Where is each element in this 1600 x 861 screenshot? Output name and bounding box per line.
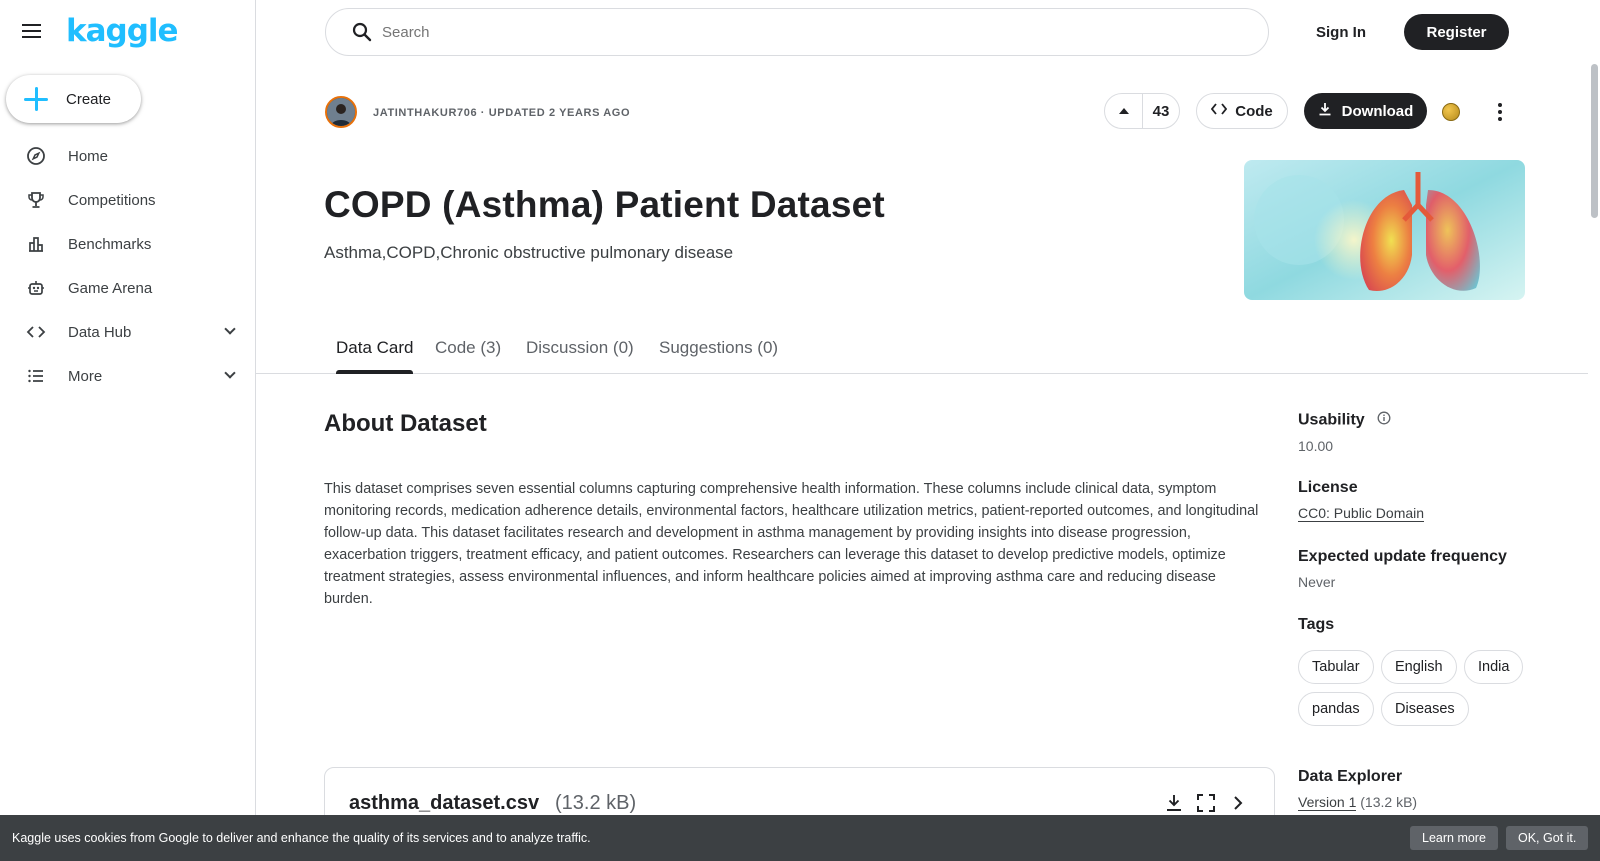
data-explorer-label: Data Explorer	[1298, 768, 1403, 785]
download-icon[interactable]	[1163, 792, 1185, 814]
upvote-button[interactable]	[1105, 94, 1143, 128]
tab-data-card[interactable]: Data Card	[336, 338, 414, 374]
tab-code[interactable]: Code (3)	[435, 338, 501, 374]
file-size: (13.2 kB)	[555, 792, 637, 814]
code-button-label: Code	[1235, 102, 1273, 120]
upvote-widget: 43	[1104, 93, 1180, 129]
code-button[interactable]: Code	[1196, 93, 1288, 129]
code-icon	[26, 322, 46, 342]
tab-discussion[interactable]: Discussion (0)	[526, 338, 634, 374]
version-link[interactable]: Version 1	[1298, 794, 1357, 811]
create-button[interactable]: Create	[6, 75, 141, 123]
file-name[interactable]: asthma_dataset.csv	[349, 792, 539, 815]
robot-icon	[26, 278, 46, 298]
medal-icon	[1442, 103, 1460, 121]
download-button[interactable]: Download	[1304, 93, 1427, 129]
usability-value: 10.00	[1298, 438, 1334, 454]
chevron-right-icon[interactable]	[1227, 792, 1249, 814]
tag-chip[interactable]: Diseases	[1381, 692, 1469, 726]
tag-chip[interactable]: Tabular	[1298, 650, 1374, 684]
trophy-icon	[26, 190, 46, 210]
avatar[interactable]	[325, 96, 357, 128]
learn-more-button[interactable]: Learn more	[1410, 826, 1498, 850]
sidebar-item-label: Data Hub	[68, 323, 132, 341]
list-icon	[26, 366, 46, 386]
usability-label: Usability	[1298, 411, 1538, 430]
tab-suggestions[interactable]: Suggestions (0)	[659, 338, 778, 374]
frequency-label: Expected update frequency	[1298, 548, 1507, 565]
more-options-icon[interactable]	[1492, 101, 1508, 123]
bar-chart-icon	[26, 234, 46, 254]
create-label: Create	[66, 90, 112, 108]
cookie-text: Kaggle uses cookies from Google to deliv…	[12, 831, 591, 845]
page-title: COPD (Asthma) Patient Dataset	[324, 184, 885, 225]
upvote-count: 43	[1152, 102, 1170, 120]
sidebar-nav: Home Competitions Benchmarks Game Arena …	[0, 134, 256, 398]
tag-chip[interactable]: English	[1381, 650, 1457, 684]
sidebar-item-benchmarks[interactable]: Benchmarks	[0, 222, 256, 266]
cookie-banner: Kaggle uses cookies from Google to deliv…	[0, 815, 1600, 861]
tags-heading-wrap: Tags	[1298, 616, 1538, 634]
frequency-value: Never	[1298, 574, 1336, 590]
download-button-label: Download	[1341, 102, 1414, 120]
scrollbar[interactable]	[1588, 0, 1600, 815]
search-bar[interactable]	[325, 8, 1269, 56]
sign-in-button[interactable]: Sign In	[1308, 20, 1374, 45]
tag-chip[interactable]: India	[1464, 650, 1524, 684]
plus-icon	[24, 87, 48, 111]
tab-bar: Data Card Code (3) Discussion (0) Sugges…	[256, 330, 1588, 374]
tag-chip[interactable]: pandas	[1298, 692, 1374, 726]
register-button[interactable]: Register	[1404, 14, 1509, 50]
fullscreen-icon[interactable]	[1195, 792, 1217, 814]
sidebar-item-label: Home	[68, 147, 109, 165]
version-size: (13.2 kB)	[1360, 794, 1418, 810]
license-link[interactable]: CC0: Public Domain	[1298, 505, 1425, 522]
tags-label: Tags	[1298, 616, 1335, 633]
sidebar-item-data-hub[interactable]: Data Hub	[0, 310, 256, 354]
sidebar: kaggle Create Home Competitions Benchmar…	[0, 0, 256, 861]
triangle-up-icon	[1118, 108, 1129, 114]
data-explorer-section: Data Explorer Version 1 (13.2 kB)	[1298, 768, 1538, 811]
scrollbar-thumb[interactable]	[1591, 64, 1598, 218]
compass-icon	[26, 146, 46, 166]
license-label: License	[1298, 479, 1358, 496]
frequency-section: Expected update frequency Never	[1298, 548, 1538, 590]
sidebar-item-label: Benchmarks	[68, 235, 152, 253]
info-icon[interactable]	[1377, 411, 1391, 430]
about-heading: About Dataset	[324, 410, 487, 437]
about-description: This dataset comprises seven essential c…	[324, 481, 1259, 607]
sidebar-item-label: More	[68, 367, 103, 385]
cookie-ok-button[interactable]: OK, Got it.	[1506, 826, 1589, 850]
code-icon	[1211, 102, 1228, 120]
usability-section: Usability 10.00	[1298, 411, 1538, 454]
sidebar-item-label: Competitions	[68, 191, 156, 209]
dataset-cover-image	[1244, 160, 1525, 300]
sidebar-item-label: Game Arena	[68, 279, 153, 297]
sidebar-item-home[interactable]: Home	[0, 134, 256, 178]
license-section: License CC0: Public Domain	[1298, 479, 1538, 523]
sidebar-item-game-arena[interactable]: Game Arena	[0, 266, 256, 310]
sidebar-item-more[interactable]: More	[0, 354, 256, 398]
menu-icon[interactable]	[22, 20, 50, 44]
search-input[interactable]	[382, 23, 1202, 41]
chevron-down-icon	[224, 367, 236, 379]
kaggle-logo[interactable]: kaggle	[66, 13, 179, 49]
download-icon	[1318, 102, 1332, 120]
search-icon	[350, 20, 374, 44]
page-subtitle: Asthma,COPD,Chronic obstructive pulmonar…	[324, 243, 734, 262]
chevron-down-icon	[224, 323, 236, 335]
dataset-meta: JATINTHAKUR706 · UPDATED 2 YEARS AGO	[373, 107, 631, 119]
sidebar-item-competitions[interactable]: Competitions	[0, 178, 256, 222]
